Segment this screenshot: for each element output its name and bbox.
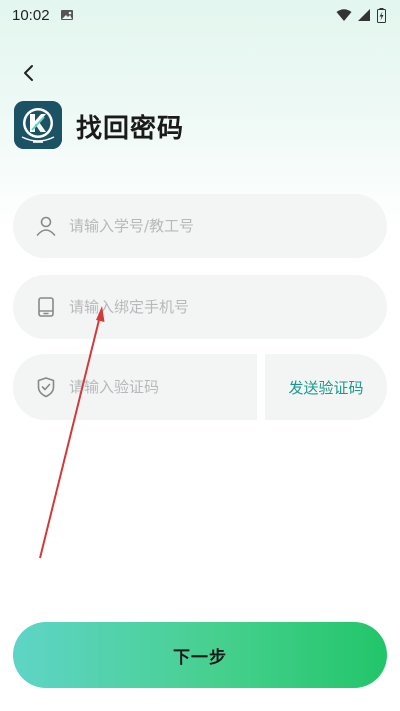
phone-field[interactable] xyxy=(13,274,387,340)
page-title: 找回密码 xyxy=(76,114,185,144)
image-icon xyxy=(60,8,74,22)
wifi-icon xyxy=(336,8,352,22)
send-code-button[interactable]: 发送验证码 xyxy=(265,354,387,420)
phone-input[interactable] xyxy=(67,274,387,340)
status-time: 10:02 xyxy=(12,6,50,24)
shield-check-icon xyxy=(35,376,57,398)
account-input[interactable] xyxy=(67,193,387,259)
phone-icon xyxy=(35,296,57,318)
battery-charging-icon xyxy=(377,7,386,23)
signal-icon xyxy=(358,8,371,22)
code-input[interactable] xyxy=(67,353,265,421)
back-button[interactable] xyxy=(14,58,44,88)
next-button[interactable]: 下一步 xyxy=(13,622,387,688)
status-right xyxy=(336,7,386,23)
status-left: 10:02 xyxy=(12,7,74,24)
user-icon xyxy=(35,215,57,237)
account-field[interactable] xyxy=(13,193,387,259)
chevron-left-icon xyxy=(21,64,37,82)
code-field[interactable] xyxy=(13,353,265,421)
status-bar: 10:02 xyxy=(0,0,400,30)
app-logo xyxy=(14,101,62,149)
